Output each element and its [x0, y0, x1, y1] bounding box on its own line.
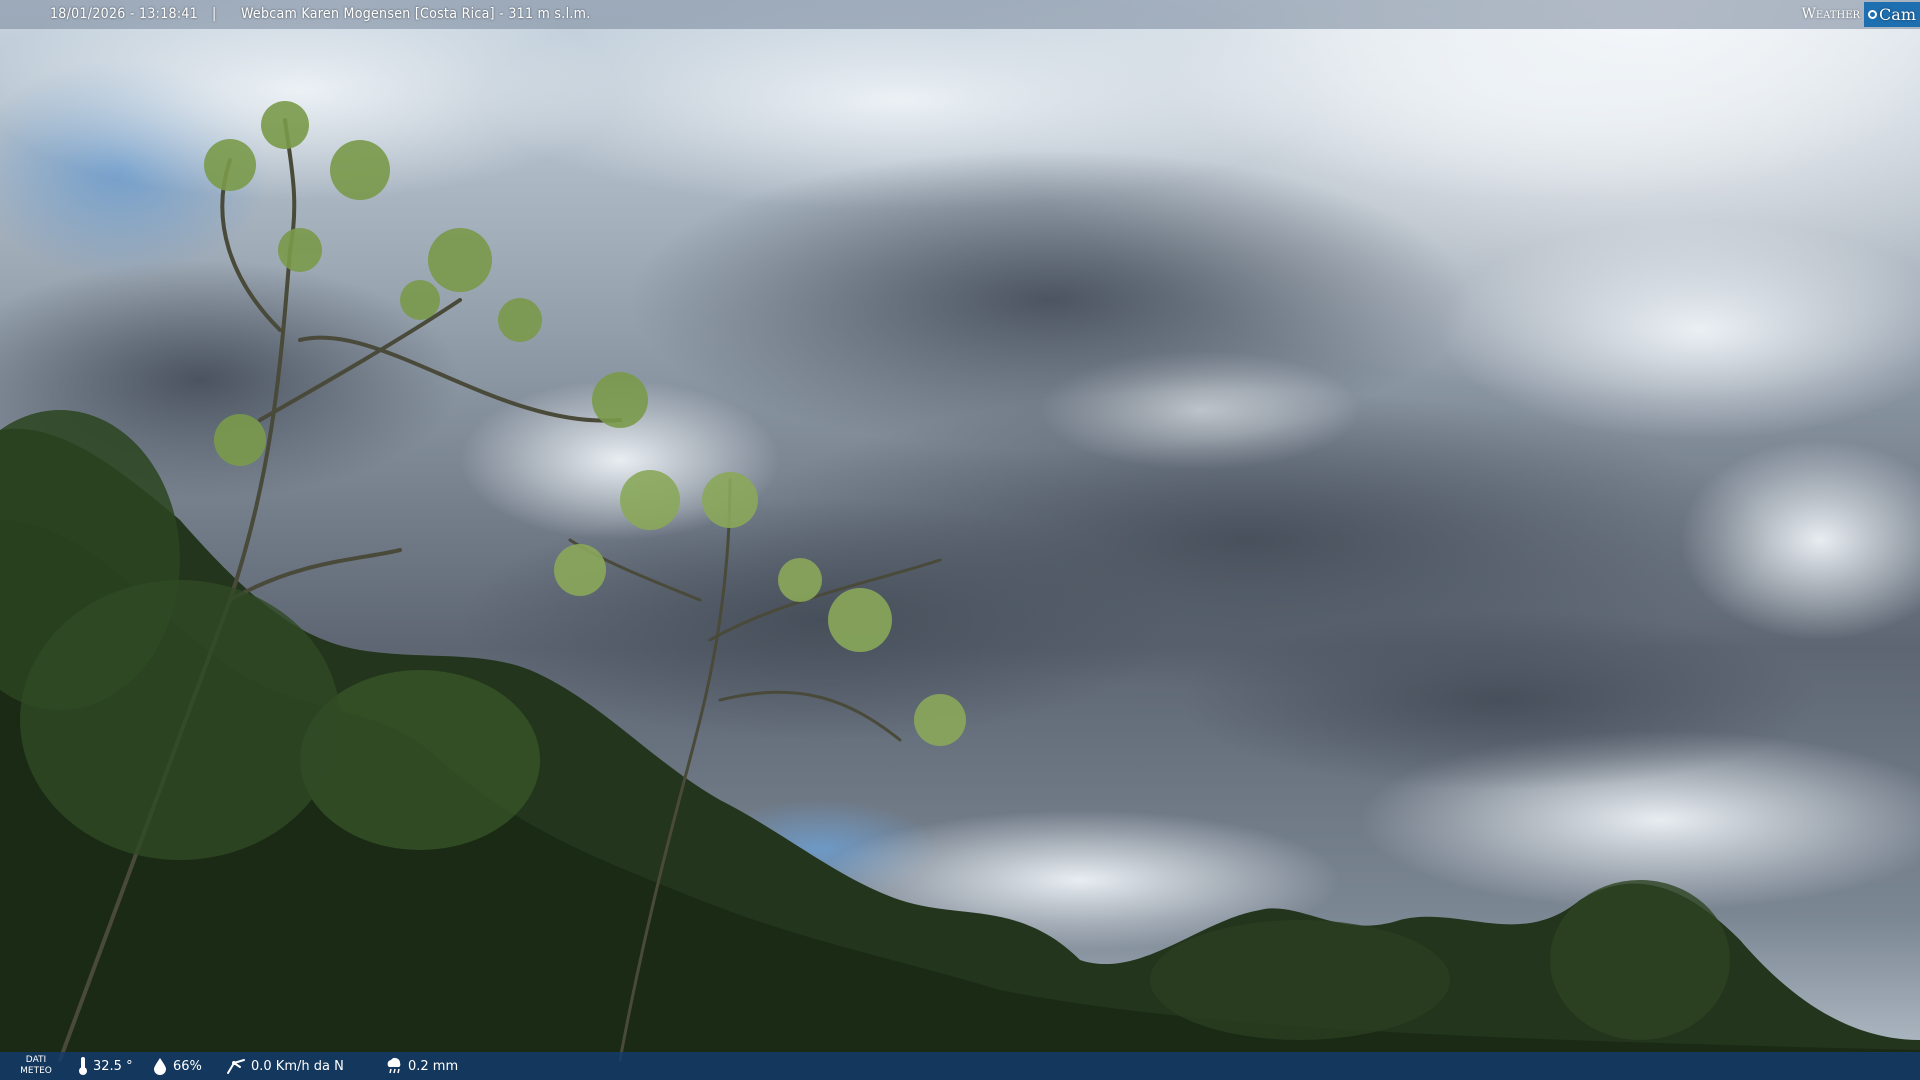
bottom-weather-bar: DATI METEO 32.5 ° 66% 0.0 Km/h da N 0.2 … [0, 1052, 1920, 1080]
top-info-bar: 18/01/2026 - 13:18:41 | Webcam Karen Mog… [0, 0, 1920, 29]
droplet-icon [154, 1058, 166, 1075]
brand-cam-text: Cam [1879, 5, 1916, 24]
weathercam-logo: Weather Cam [1801, 0, 1920, 29]
webcam-scene-image [0, 0, 1920, 1080]
timestamp: 18/01/2026 - 13:18:41 [50, 6, 198, 22]
lens-icon [1868, 10, 1878, 19]
humidity-readout: 66% [152, 1052, 202, 1080]
humidity-value: 66% [173, 1058, 202, 1074]
rain-readout: 0.2 mm [385, 1052, 458, 1080]
wind-readout: 0.0 Km/h da N [226, 1052, 344, 1080]
wind-value: 0.0 Km/h da N [251, 1058, 344, 1074]
rain-value: 0.2 mm [408, 1058, 459, 1074]
dati-line: DATI [25, 1055, 47, 1065]
webcam-title: Webcam Karen Mogensen [Costa Rica] - 311… [241, 6, 591, 22]
brand-cam-badge: Cam [1864, 2, 1920, 27]
thermometer-icon [79, 1057, 87, 1075]
temperature-readout: 32.5 ° [78, 1052, 133, 1080]
rain-cloud-icon [387, 1058, 401, 1074]
webcam-frame: 18/01/2026 - 13:18:41 | Webcam Karen Mog… [0, 0, 1920, 1080]
meteo-line: METEO [20, 1066, 52, 1076]
separator: | [212, 6, 217, 22]
dati-meteo-label: DATI METEO [18, 1055, 54, 1077]
temperature-value: 32.5 ° [93, 1058, 133, 1074]
brand-weather-text: Weather [1801, 6, 1861, 22]
wind-icon [227, 1059, 245, 1074]
